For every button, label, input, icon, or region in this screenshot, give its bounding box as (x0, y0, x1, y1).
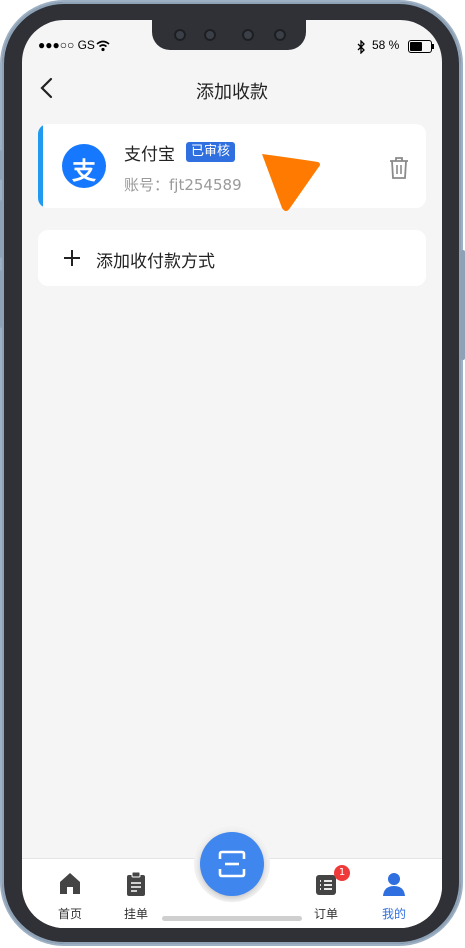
alipay-logo-icon: 支 (62, 144, 106, 188)
account-value: fjt254589 (169, 176, 242, 194)
battery-icon (408, 40, 434, 53)
tab-profile-label: 我的 (381, 907, 406, 921)
tab-orders-listing[interactable]: 挂单 (106, 865, 166, 925)
carrier-signal: ●●●○○ GS (38, 38, 95, 52)
tab-orders-label: 订单 (313, 907, 338, 921)
account-line: 账号：fjt254589 (124, 174, 242, 195)
tab-orders[interactable]: 1 订单 (296, 865, 356, 925)
user-icon (383, 873, 405, 896)
bluetooth-icon (357, 40, 365, 54)
home-indicator (162, 916, 302, 921)
battery-percent: 58 % (372, 38, 400, 52)
scan-icon (218, 850, 246, 878)
tab-home[interactable]: 首页 (40, 865, 100, 925)
payment-method-card[interactable]: 支 支付宝 已审核 账号：fjt254589 (38, 124, 426, 208)
wifi-icon (96, 40, 110, 52)
app-screen: ●●●○○ GS 58 % 添加收款 支 支付宝 已审核 账号：fjt25458… (22, 20, 442, 928)
camera-notch (152, 20, 306, 50)
tab-home-label: 首页 (57, 907, 82, 921)
trash-icon[interactable] (388, 156, 410, 180)
payment-method-name: 支付宝 (124, 145, 175, 165)
plus-icon (64, 250, 80, 266)
phone-volume-down (0, 270, 4, 328)
page-title: 添加收款 (196, 82, 268, 103)
add-payment-method-button[interactable]: 添加收付款方式 (38, 230, 426, 286)
tab-profile[interactable]: 我的 (364, 865, 424, 925)
phone-volume-up (0, 200, 4, 258)
card-accent-bar (38, 124, 43, 208)
phone-power-button (461, 250, 465, 360)
tutorial-pointer-icon (262, 154, 320, 211)
clipboard-icon (127, 871, 145, 896)
tab-orders-listing-label: 挂单 (123, 907, 148, 921)
scan-button[interactable] (194, 826, 270, 902)
home-icon (60, 873, 80, 894)
order-count-badge: 1 (334, 865, 350, 881)
add-payment-method-label: 添加收付款方式 (96, 252, 215, 272)
nav-bar: 添加收款 (22, 62, 442, 114)
phone-silent-switch (0, 150, 4, 180)
account-label: 账号： (124, 176, 170, 194)
verified-badge: 已审核 (186, 142, 236, 162)
